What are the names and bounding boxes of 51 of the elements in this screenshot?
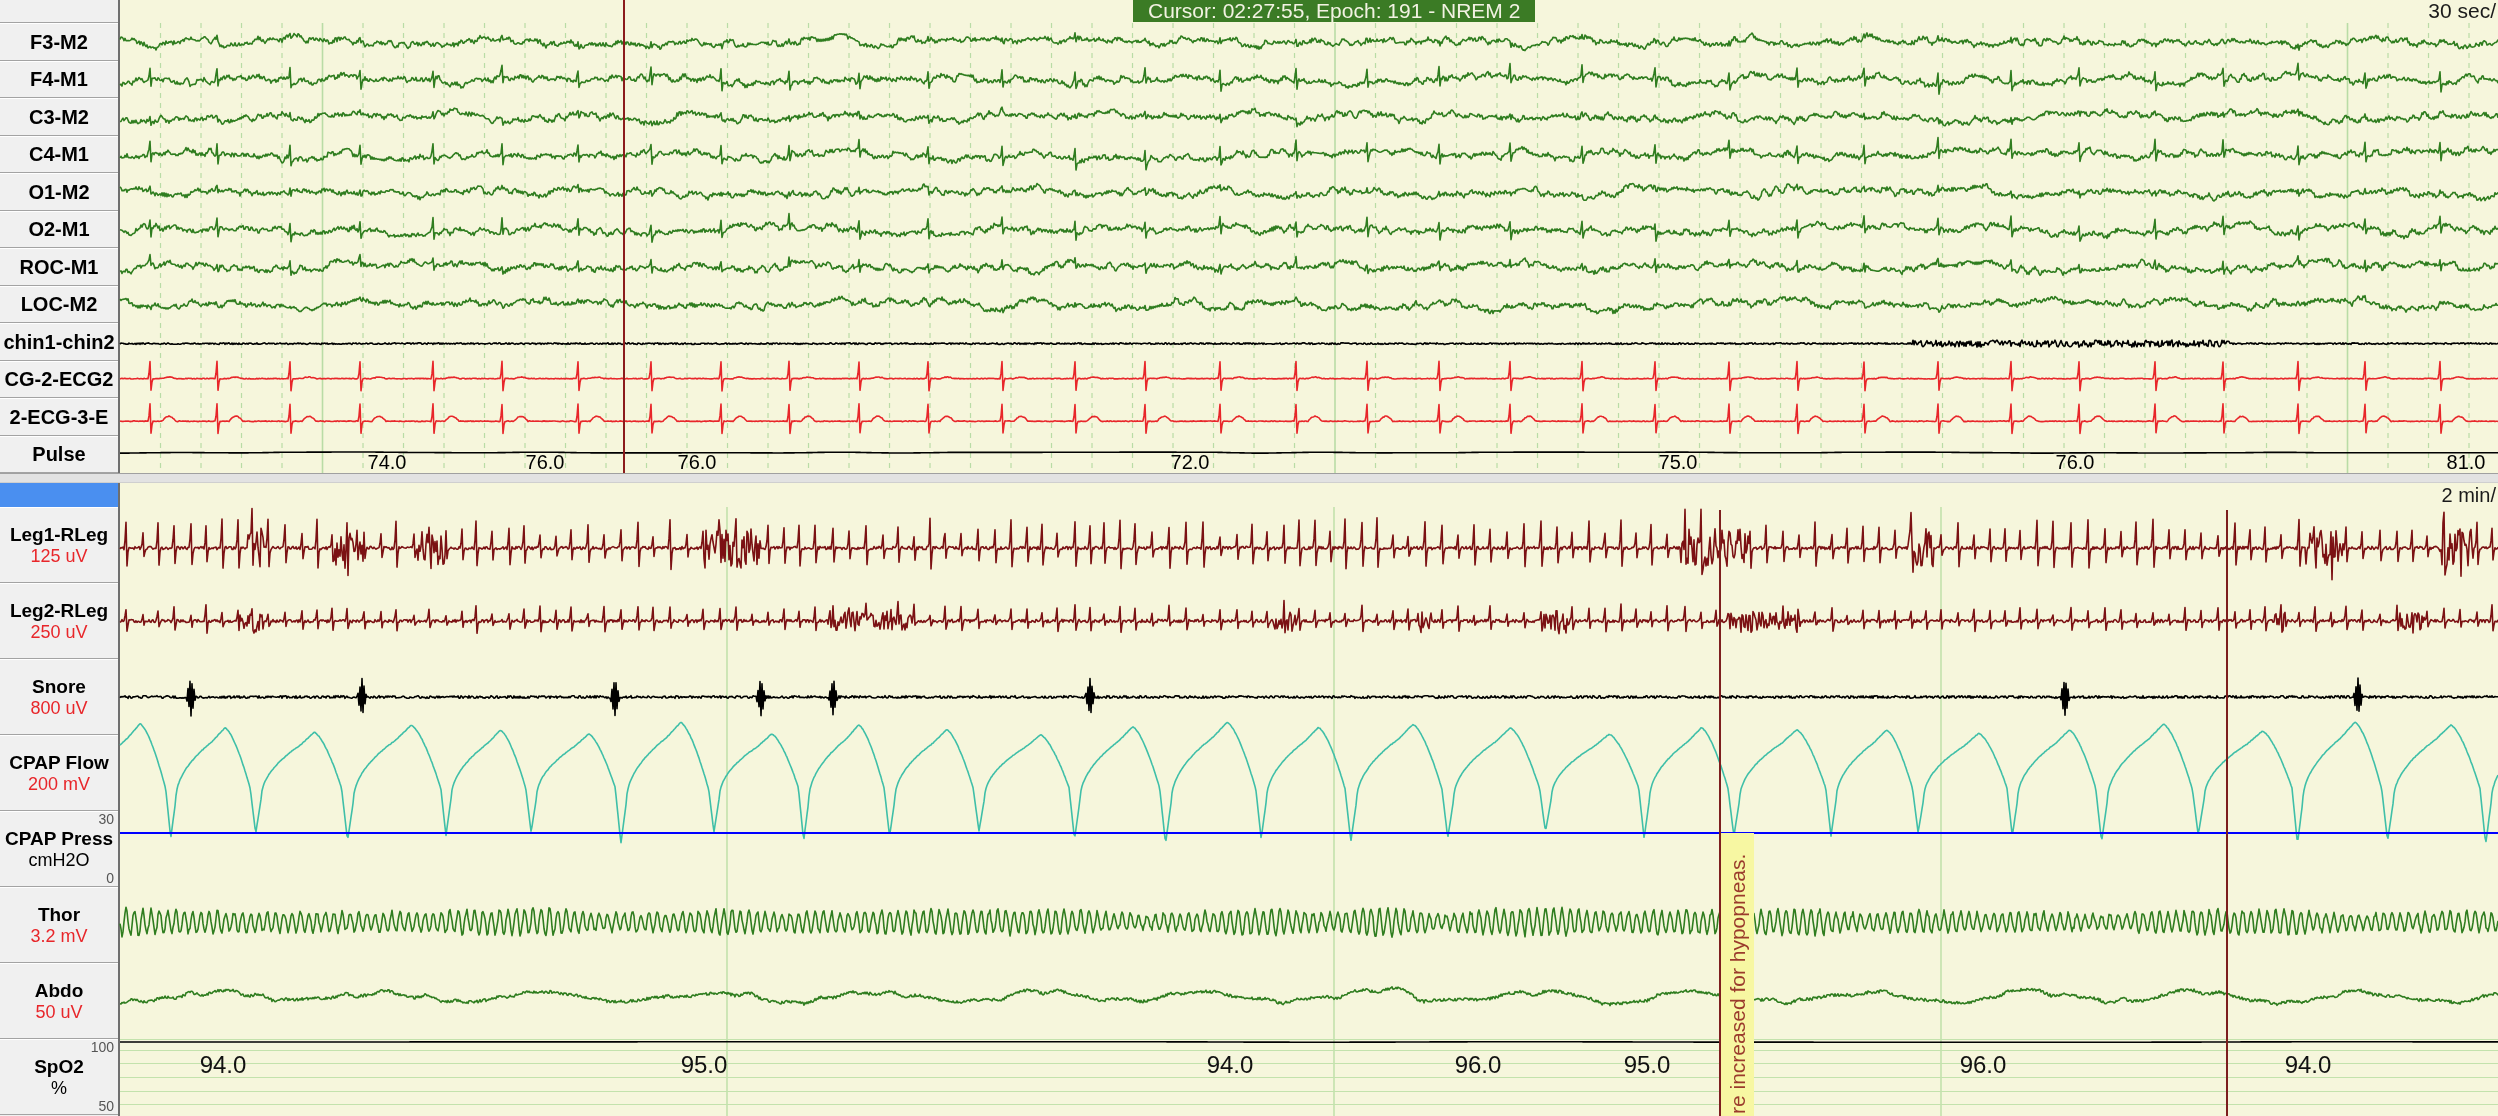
channel-gain: 200 mV xyxy=(27,773,90,795)
pulse-reading: 74.0 xyxy=(367,451,407,472)
channel-label: F3-M2 xyxy=(0,23,118,61)
pulse-reading: 76.0 xyxy=(2055,451,2095,472)
channel-name: Thor xyxy=(37,903,81,926)
channel-label: CG-2-ECG2 xyxy=(0,360,118,398)
pulse-reading: 76.0 xyxy=(677,451,717,472)
spo2-reading: 96.0 xyxy=(1454,1052,1502,1078)
channel-gain: 800 uV xyxy=(30,697,88,719)
spo2-reading: 95.0 xyxy=(1623,1052,1671,1078)
channel-name: CPAP Press xyxy=(4,827,114,850)
pulse-reading: 72.0 xyxy=(1170,451,1210,472)
channel-label: O2-M1 xyxy=(0,210,118,248)
channel-gain: 250 uV xyxy=(30,621,88,643)
channel-gain: 3.2 mV xyxy=(30,925,88,947)
annotation-label: re increased for hypopneas. xyxy=(1721,833,1754,1116)
spo2-reading: 94.0 xyxy=(2284,1052,2332,1078)
channel-gain: 125 uV xyxy=(30,545,88,567)
cursor-status-badge: Cursor: 02:27:55, Epoch: 191 - NREM 2 xyxy=(1133,0,1536,22)
scale-max-label: 30 xyxy=(98,812,114,827)
channel-label: ROC-M1 xyxy=(0,248,118,286)
channel-label: O1-M2 xyxy=(0,173,118,211)
panel-splitter[interactable] xyxy=(0,473,2498,483)
channel-label: F4-M1 xyxy=(0,60,118,98)
spo2-reading: 95.0 xyxy=(680,1052,728,1078)
pulse-reading: 81.0 xyxy=(2446,451,2486,472)
pulse-reading: 76.0 xyxy=(525,451,565,472)
pulse-reading: 75.0 xyxy=(1658,451,1698,472)
channel-label: 2-ECG-3-E xyxy=(0,398,118,436)
channel-name: CPAP Flow xyxy=(9,751,109,774)
timescale-label: 30 sec/ xyxy=(2428,0,2497,22)
channel-gain: 50 uV xyxy=(35,1001,83,1023)
channel-name: SpO2 xyxy=(34,1055,84,1078)
channel-unit: % xyxy=(51,1077,67,1099)
channel-unit: cmH2O xyxy=(28,849,90,871)
channel-label: C4-M1 xyxy=(0,135,118,173)
channel-label: C3-M2 xyxy=(0,98,118,136)
channel-name: Leg1-RLeg xyxy=(9,523,109,546)
channel-name: Leg2-RLeg xyxy=(9,599,109,622)
channel-label: Pulse xyxy=(0,435,118,473)
spo2-reading: 94.0 xyxy=(1206,1052,1254,1078)
timescale-label: 2 min/ xyxy=(2441,484,2497,506)
spo2-reading: 94.0 xyxy=(199,1052,247,1078)
channel-label: LOC-M2 xyxy=(0,285,118,323)
spo2-reading: 96.0 xyxy=(1959,1052,2007,1078)
scale-max-label: 100 xyxy=(90,1040,114,1055)
channel-name: Abdo xyxy=(34,979,84,1002)
channel-name: Snore xyxy=(32,675,86,698)
scale-min-label: 0 xyxy=(106,871,114,886)
scale-min-label: 50 xyxy=(98,1099,114,1114)
channel-label: chin1-chin2 xyxy=(0,323,118,361)
